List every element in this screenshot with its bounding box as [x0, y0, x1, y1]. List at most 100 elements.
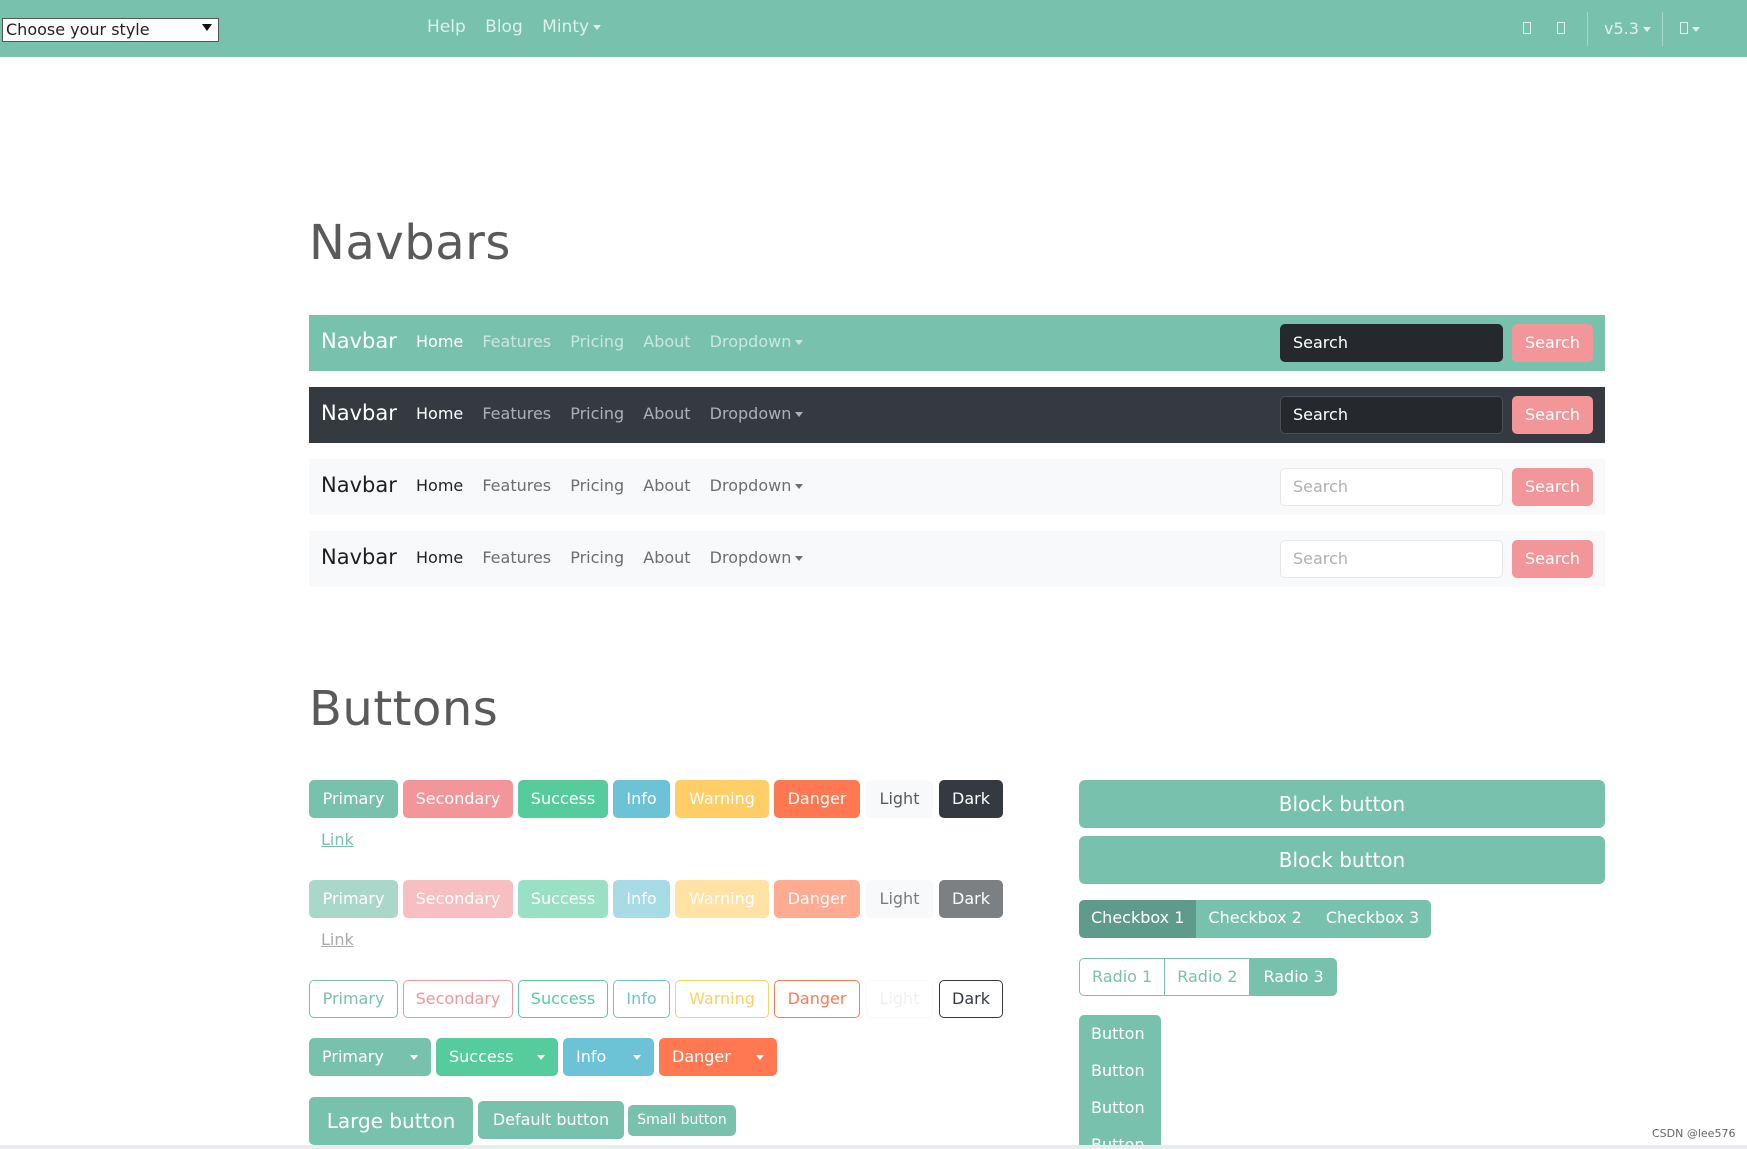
dark-button[interactable]: Dark	[939, 780, 1003, 818]
block-button[interactable]: Block button	[1079, 780, 1605, 828]
nav-home[interactable]: Home	[416, 548, 463, 567]
large-button[interactable]: Large button	[309, 1097, 473, 1145]
nav-features[interactable]: Features	[482, 332, 551, 351]
caret-down-icon[interactable]	[752, 1039, 764, 1075]
search-input[interactable]: Search	[1280, 468, 1503, 506]
caret-down-icon	[593, 24, 602, 30]
nav-home[interactable]: Home	[416, 332, 463, 351]
vertical-button[interactable]: Button	[1079, 1089, 1161, 1126]
info-split-button[interactable]: Info	[563, 1038, 654, 1076]
secondary-outline-button[interactable]: Secondary	[403, 980, 513, 1018]
nav-pricing[interactable]: Pricing	[570, 548, 624, 567]
search-button[interactable]: Search	[1512, 468, 1593, 506]
navbar-primary: Navbar Home Features Pricing About Dropd…	[309, 315, 1605, 371]
nav-pricing[interactable]: Pricing	[570, 332, 624, 351]
checkbox-group: Checkbox 1 Checkbox 2 Checkbox 3	[1079, 900, 1432, 938]
vertical-button[interactable]: Button	[1079, 1015, 1161, 1052]
nav-home[interactable]: Home	[416, 404, 463, 423]
dark-outline-button[interactable]: Dark	[939, 980, 1003, 1018]
nav-dropdown[interactable]: Dropdown	[710, 404, 818, 423]
navbar-brand[interactable]: Navbar	[321, 329, 397, 353]
success-split-label: Success	[449, 1047, 514, 1066]
warning-button[interactable]: Warning	[675, 780, 769, 818]
search-input[interactable]: Search	[1280, 540, 1503, 578]
navbar-links: Home Features Pricing About Dropdown	[416, 404, 831, 423]
danger-split-button[interactable]: Danger	[659, 1038, 777, 1076]
caret-down-icon[interactable]	[629, 1039, 641, 1075]
info-split-label: Info	[576, 1047, 607, 1066]
block-button[interactable]: Block button	[1079, 836, 1605, 884]
light-button[interactable]: Light	[866, 780, 933, 818]
blog-link[interactable]: Blog	[485, 17, 523, 37]
theme-dropdown[interactable]: Minty	[542, 17, 615, 37]
small-button[interactable]: Small button	[628, 1105, 736, 1136]
info-button-disabled: Info	[613, 880, 670, 918]
light-outline-button[interactable]: Light	[866, 980, 933, 1018]
checkbox-1[interactable]: Checkbox 1	[1079, 900, 1197, 938]
search-button[interactable]: Search	[1512, 324, 1593, 362]
navbar-brand[interactable]: Navbar	[321, 401, 397, 425]
vertical-button[interactable]: Button	[1079, 1052, 1161, 1089]
success-button[interactable]: Success	[518, 780, 608, 818]
navbar-links: Home Features Pricing About Dropdown	[416, 548, 831, 567]
nav-about[interactable]: About	[643, 404, 690, 423]
nav-dropdown[interactable]: Dropdown	[710, 548, 818, 567]
link-button[interactable]: Link	[321, 830, 354, 849]
radio-group: Radio 1 Radio 2 Radio 3	[1079, 958, 1337, 996]
navbar-light-2: Navbar Home Features Pricing About Dropd…	[309, 531, 1605, 587]
nav-dropdown[interactable]: Dropdown	[710, 476, 818, 495]
caret-down-icon[interactable]	[533, 1039, 545, 1075]
style-select[interactable]: Choose your style	[2, 18, 219, 42]
dark-button-disabled: Dark	[939, 880, 1003, 918]
warning-button-disabled: Warning	[675, 880, 769, 918]
danger-outline-button[interactable]: Danger	[774, 980, 860, 1018]
info-outline-button[interactable]: Info	[613, 980, 670, 1018]
help-link[interactable]: Help	[427, 17, 466, 37]
nav-about[interactable]: About	[643, 332, 690, 351]
navbar-brand[interactable]: Navbar	[321, 545, 397, 569]
radio-2[interactable]: Radio 2	[1165, 958, 1251, 996]
nav-pricing[interactable]: Pricing	[570, 476, 624, 495]
nav-features[interactable]: Features	[482, 476, 551, 495]
primary-outline-button[interactable]: Primary	[309, 980, 398, 1018]
theme-icon	[1680, 22, 1688, 34]
vertical-button-group: Button Button Button Button	[1079, 1015, 1161, 1149]
info-button[interactable]: Info	[613, 780, 670, 818]
search-input[interactable]: Search	[1280, 324, 1503, 362]
danger-button[interactable]: Danger	[774, 780, 860, 818]
theme-toggle-dropdown[interactable]	[1680, 19, 1700, 38]
nav-pricing[interactable]: Pricing	[570, 404, 624, 423]
watermark: CSDN @lee576	[1652, 1127, 1736, 1140]
checkbox-3[interactable]: Checkbox 3	[1313, 900, 1432, 938]
secondary-button[interactable]: Secondary	[403, 780, 513, 818]
search-input[interactable]: Search	[1280, 396, 1503, 434]
search-button[interactable]: Search	[1512, 540, 1593, 578]
radio-1[interactable]: Radio 1	[1079, 958, 1166, 996]
search-button[interactable]: Search	[1512, 396, 1593, 434]
success-outline-button[interactable]: Success	[518, 980, 608, 1018]
success-split-button[interactable]: Success	[436, 1038, 558, 1076]
warning-outline-button[interactable]: Warning	[675, 980, 769, 1018]
nav-features[interactable]: Features	[482, 404, 551, 423]
nav-about[interactable]: About	[643, 476, 690, 495]
navbar-dark: Navbar Home Features Pricing About Dropd…	[309, 387, 1605, 443]
nav-dropdown[interactable]: Dropdown	[710, 332, 818, 351]
github-icon	[1523, 22, 1531, 34]
checkbox-2[interactable]: Checkbox 2	[1196, 900, 1314, 938]
radio-3[interactable]: Radio 3	[1250, 958, 1337, 996]
nav-about[interactable]: About	[643, 548, 690, 567]
primary-split-button[interactable]: Primary	[309, 1038, 431, 1076]
caret-down-icon[interactable]	[406, 1039, 418, 1075]
version-dropdown[interactable]: v5.3	[1604, 19, 1651, 38]
icon-button-2[interactable]	[1557, 19, 1565, 38]
icon-button-1[interactable]	[1523, 19, 1531, 38]
navbar-links: Home Features Pricing About Dropdown	[416, 476, 831, 495]
default-button[interactable]: Default button	[478, 1101, 624, 1139]
navbar-brand[interactable]: Navbar	[321, 473, 397, 497]
caret-down-icon	[795, 484, 804, 489]
nav-features[interactable]: Features	[482, 548, 551, 567]
success-button-disabled: Success	[518, 880, 608, 918]
divider	[1587, 12, 1588, 46]
nav-home[interactable]: Home	[416, 476, 463, 495]
primary-button[interactable]: Primary	[309, 780, 398, 818]
